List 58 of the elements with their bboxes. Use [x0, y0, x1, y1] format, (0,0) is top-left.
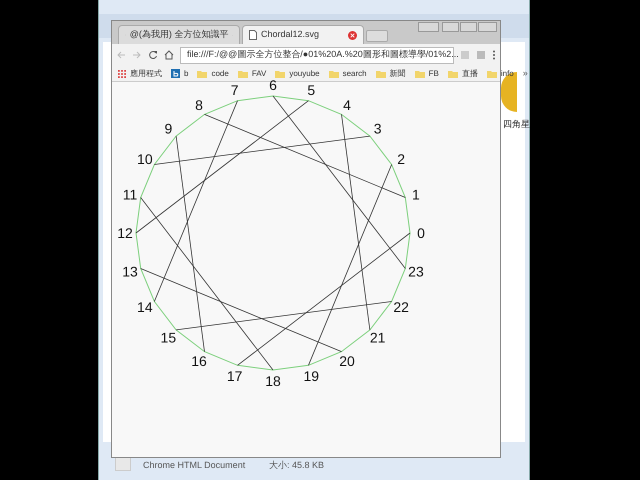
vertex-label: 4 [343, 96, 351, 113]
bookmark[interactable]: 新聞 [376, 68, 406, 80]
bookmark[interactable]: b [171, 68, 188, 80]
status-file-type: Chrome HTML Document [143, 459, 246, 472]
vertex-label: 15 [160, 330, 176, 346]
new-tab-button[interactable] [366, 30, 388, 42]
vertex-label: 18 [265, 373, 281, 389]
vertex-label: 11 [122, 186, 138, 203]
vertex-label: 8 [195, 96, 203, 113]
vertex-label: 14 [137, 299, 153, 315]
vertex-label: 10 [137, 151, 153, 167]
vertex-label: 22 [393, 299, 409, 315]
vertex-label: 0 [417, 225, 425, 241]
home-icon[interactable] [164, 50, 174, 60]
browser-tab[interactable]: Chordal12.svg [242, 25, 364, 44]
vertex-label: 6 [269, 77, 277, 93]
apps-grid-icon [118, 70, 126, 78]
b-logo-icon [171, 69, 180, 78]
vertex-label: 9 [164, 120, 172, 136]
folder-icon [414, 70, 425, 78]
forward-icon[interactable] [132, 50, 142, 60]
vertex-label: 7 [230, 82, 239, 98]
folder-icon [238, 70, 248, 78]
bookmark[interactable]: 應用程式 [118, 68, 162, 80]
bookmark[interactable]: code [197, 68, 229, 80]
status-file-size: 大小: 45.8 KB [269, 459, 324, 472]
folder-icon [486, 70, 497, 78]
bookmark[interactable]: FB [414, 68, 439, 80]
vertex-label: 5 [307, 82, 316, 98]
bookmark[interactable]: search [328, 68, 367, 80]
vertex-label: 2 [397, 151, 406, 167]
back-icon[interactable] [116, 50, 126, 60]
bookmark[interactable]: 直播 [448, 68, 478, 80]
folder-icon [197, 70, 208, 78]
bookmark[interactable]: FAV [238, 68, 266, 80]
vertex-label: 23 [408, 263, 424, 280]
menu-icon[interactable] [492, 50, 496, 60]
vertex-label: 12 [117, 225, 133, 241]
folder-icon [448, 70, 458, 78]
folder-icon [328, 70, 339, 78]
more-bookmarks[interactable]: » [522, 66, 528, 80]
tab-title: @(為我用) 全方位知識平 [130, 28, 228, 42]
vertex-label: 17 [226, 368, 242, 384]
vertex-label: 21 [370, 330, 386, 346]
browser-tab[interactable]: @(為我用) 全方位知識平 [118, 25, 240, 44]
file-label[interactable]: 四角星 [503, 118, 530, 132]
tab-title: Chordal12.svg [261, 28, 320, 42]
vertex-label: 20 [339, 353, 355, 370]
vertex-label: 3 [374, 120, 382, 136]
folder-icon [376, 70, 386, 78]
vertex-label: 13 [122, 263, 138, 280]
bookmark[interactable]: info [486, 68, 514, 80]
folder-icon [275, 70, 286, 78]
vertex-label: 1 [412, 186, 420, 203]
vertex-label: 16 [191, 353, 207, 370]
reload-icon[interactable] [148, 50, 158, 60]
vertex-label: 19 [304, 368, 320, 384]
bookmark[interactable]: youyube [275, 68, 320, 80]
